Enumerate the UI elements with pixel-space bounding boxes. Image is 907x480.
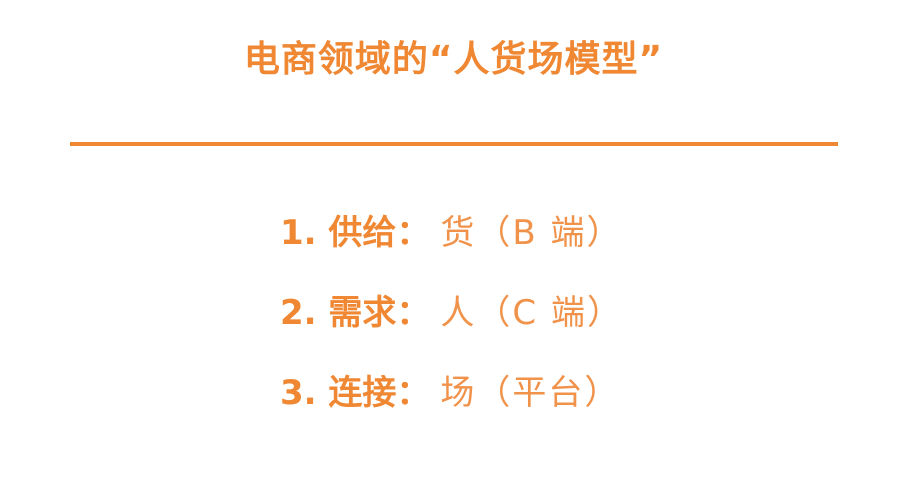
item-colon: ：: [396, 293, 431, 333]
list-item-demand: 2. 需求： 人（C 端）: [280, 286, 760, 340]
list-item-connection: 3. 连接： 场（平台）: [280, 366, 760, 420]
list-item-supply: 1. 供给： 货（B 端）: [280, 206, 760, 260]
item-label: 3. 连接: [280, 373, 397, 413]
item-colon: ：: [396, 213, 431, 253]
item-value: 人（C 端）: [440, 293, 623, 333]
item-colon: ：: [396, 373, 431, 413]
model-list: 1. 供给： 货（B 端） 2. 需求： 人（C 端） 3. 连接： 场（平台）: [280, 206, 760, 446]
item-value: 场（平台）: [440, 373, 621, 413]
page-title: 电商领域的“人货场模型”: [243, 39, 664, 80]
divider: [70, 142, 838, 146]
item-label: 2. 需求: [280, 293, 397, 333]
item-label: 1. 供给: [280, 213, 397, 253]
item-value: 货（B 端）: [440, 213, 623, 253]
